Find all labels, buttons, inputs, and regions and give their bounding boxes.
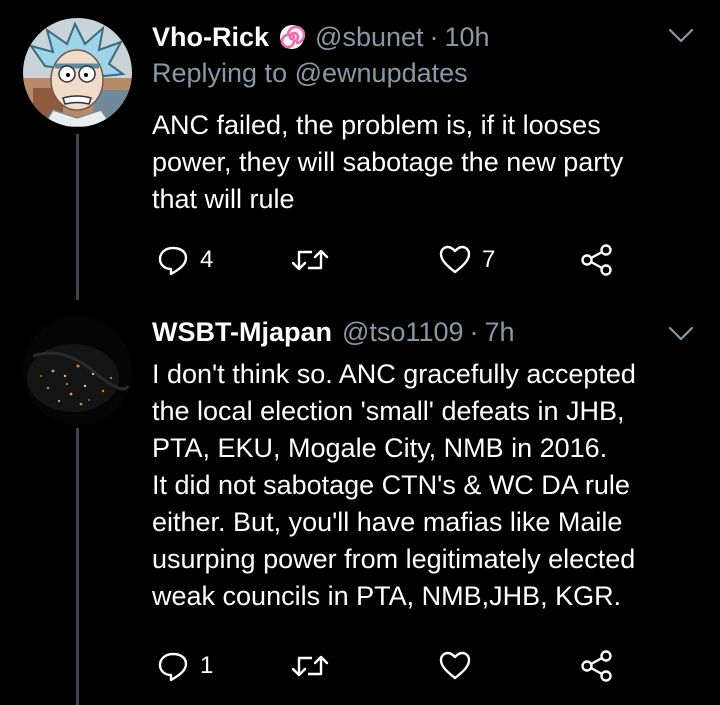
reply-button[interactable]: 1 <box>156 646 213 686</box>
replying-to: Replying to @ewnupdates <box>152 58 468 89</box>
reply-icon <box>158 652 188 682</box>
handle[interactable]: @sbunet <box>315 22 423 53</box>
separator-dot: · <box>469 316 479 347</box>
tweet[interactable]: WSBT-Mjapan @tso1109 · 7h I don't think … <box>0 300 720 705</box>
separator-dot: · <box>429 21 439 52</box>
tweet-text-line: power, they will sabotage the new party <box>152 147 624 177</box>
avatar[interactable] <box>23 316 132 425</box>
reply-count: 1 <box>200 652 214 679</box>
tweet-text-line: I don't think so. ANC gracefully accepte… <box>152 359 636 389</box>
tweet-text-line: usurping power from legitimately elected <box>152 544 636 574</box>
avatar[interactable] <box>23 18 132 127</box>
timestamp[interactable]: 10h <box>445 22 490 53</box>
tweet-text-line: that will rule <box>152 184 295 214</box>
tweet-text-line: PTA, EKU, Mogale City, NMB in 2016. <box>152 433 608 463</box>
share-button[interactable] <box>580 646 614 686</box>
tweet-text-line: the local election 'small' defeats in JH… <box>152 396 625 426</box>
retweet-icon <box>291 655 329 677</box>
replying-to-label: Replying to <box>152 58 288 88</box>
like-count: 7 <box>482 246 496 273</box>
thread-line <box>76 428 79 705</box>
display-name[interactable]: WSBT-Mjapan <box>152 317 332 348</box>
replying-to-handle[interactable]: @ewnupdates <box>295 58 468 88</box>
share-button[interactable] <box>580 240 614 280</box>
tweet-text-line: weak councils in PTA, NMB,JHB, KGR. <box>152 581 622 611</box>
retweet-button[interactable] <box>290 646 340 686</box>
like-button[interactable]: 7 <box>438 240 495 280</box>
tweet-header: WSBT-Mjapan @tso1109 · 7h <box>152 314 515 350</box>
swirl-candy-emoji-icon <box>279 24 306 50</box>
share-icon <box>581 650 612 682</box>
tweet-text: I don't think so. ANC gracefully accepte… <box>152 356 712 615</box>
chevron-down-icon[interactable] <box>667 27 695 45</box>
reply-button[interactable]: 4 <box>156 240 213 280</box>
tweet-text-line: ANC failed, the problem is, if it looses <box>152 110 601 140</box>
tweet-text-line: either. But, you'll have mafias like Mai… <box>152 507 623 537</box>
action-bar: 1 <box>152 646 632 686</box>
chevron-down-icon[interactable] <box>667 325 695 343</box>
display-name[interactable]: Vho-Rick <box>152 22 269 53</box>
tweet-header: Vho-Rick @sbunet · 10h <box>152 19 490 55</box>
share-icon <box>581 244 612 276</box>
reply-count: 4 <box>200 246 214 273</box>
tweet-text-line: It did not sabotage CTN's & WC DA rule <box>152 470 630 500</box>
like-button[interactable] <box>438 646 482 686</box>
timestamp[interactable]: 7h <box>485 317 515 348</box>
heart-icon <box>439 651 471 680</box>
tweet-text: ANC failed, the problem is, if it looses… <box>152 107 712 218</box>
action-bar: 4 7 <box>152 240 632 280</box>
tweet[interactable]: Vho-Rick @sbunet · 10h Replying to @ewnu… <box>0 0 720 300</box>
retweet-icon <box>291 249 329 271</box>
heart-icon <box>439 245 471 274</box>
handle[interactable]: @tso1109 <box>342 317 464 348</box>
retweet-button[interactable] <box>290 240 340 280</box>
reply-icon <box>158 246 188 276</box>
thread-line <box>76 134 79 300</box>
